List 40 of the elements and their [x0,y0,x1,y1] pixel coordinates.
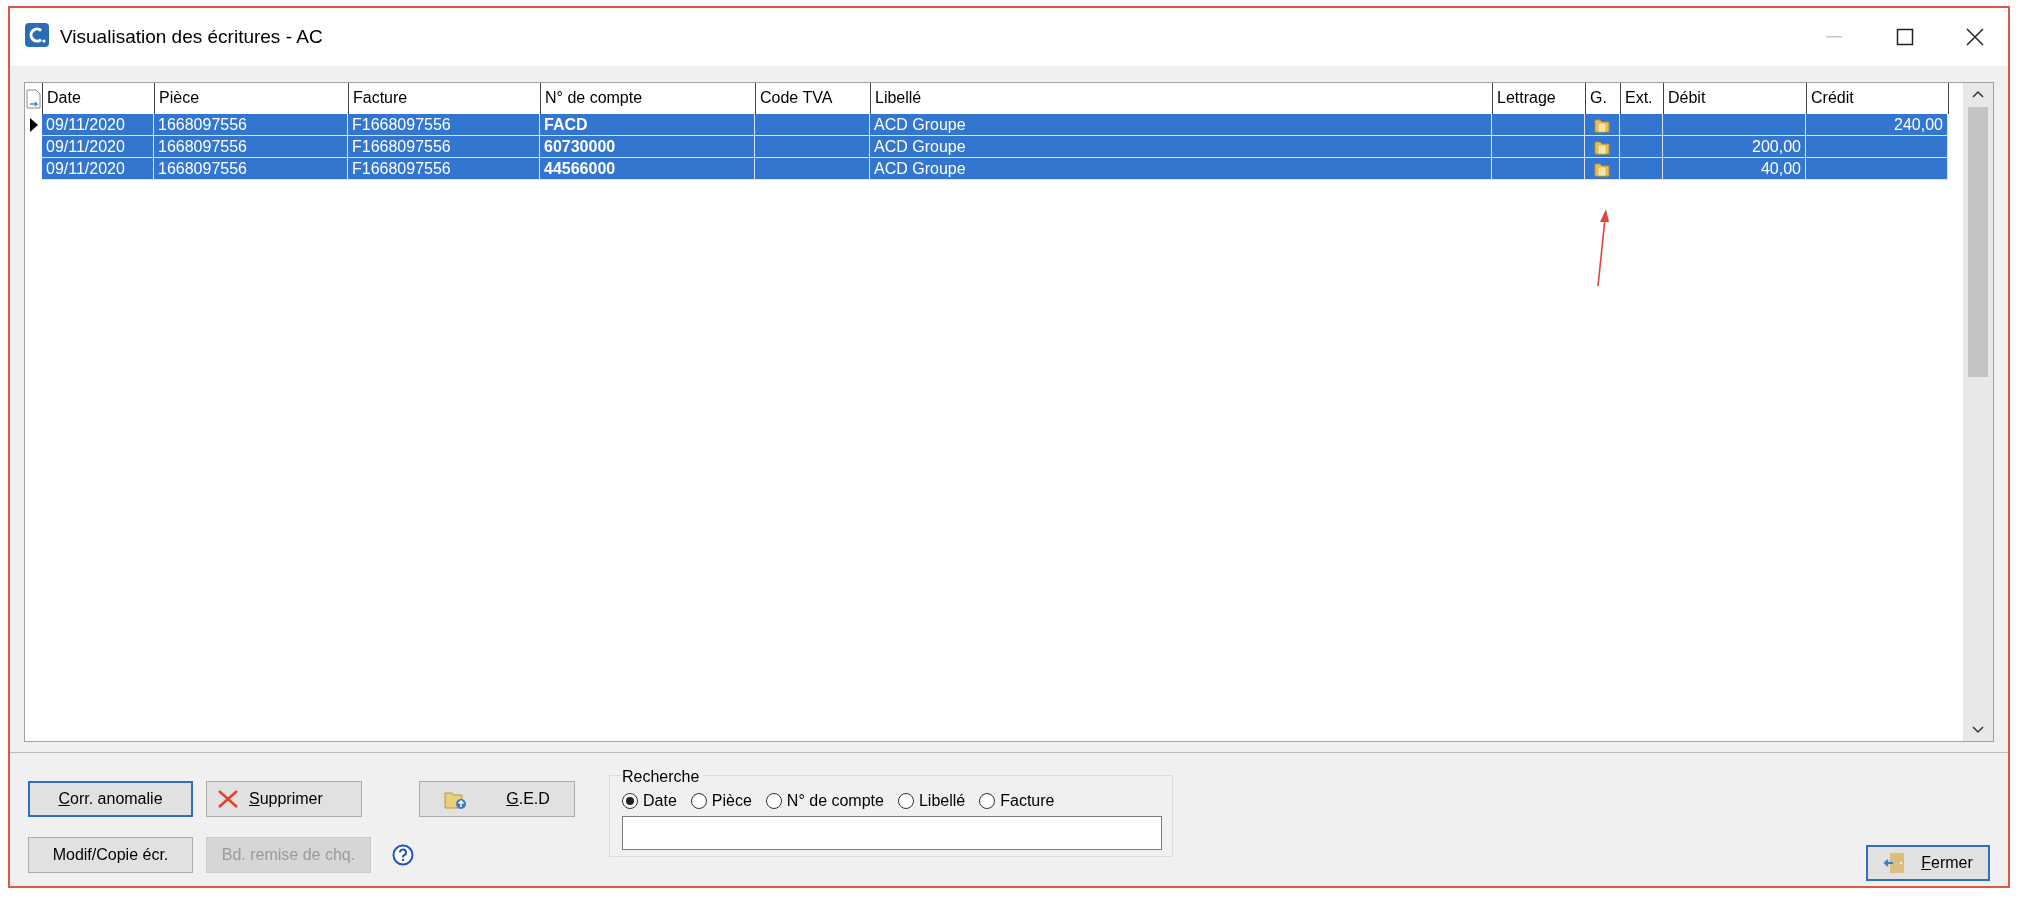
close-icon[interactable] [1966,28,1984,46]
action-button[interactable]: G.E.D [419,781,575,817]
table-cell: 40,00 [1760,159,1801,178]
action-button[interactable]: Corr. anomalie [28,781,193,817]
table-cell: ACD Groupe [874,159,966,178]
scroll-down-icon[interactable] [1971,725,1985,735]
radio-option[interactable]: Facture [979,792,1055,810]
maximize-icon[interactable] [1896,28,1914,46]
scrollbar[interactable] [1963,83,1993,741]
table-cell: 1668097556 [158,115,247,134]
table-cell: 200,00 [1752,137,1801,156]
table-cell: F1668097556 [352,115,451,134]
help-icon[interactable] [392,844,414,866]
radio-option[interactable]: Libellé [897,792,966,810]
window-title: Visualisation des écritures - AC [60,26,323,48]
table-cell: 09/11/2020 [46,137,125,156]
cross-icon [217,789,239,809]
radio-option[interactable]: Pièce [690,792,752,810]
table-row[interactable]: 09/11/2020 1668097556 F1668097556 FACD ACD Groupe 240,00 [42,114,1948,136]
table-cell: F1668097556 [352,137,451,156]
table-cell: 1668097556 [158,159,247,178]
table-cell: FACD [544,115,588,134]
table-cell: F1668097556 [352,159,451,178]
action-button[interactable]: Modif/Copie écr. [28,837,193,873]
close-button[interactable]: Fermer [1866,845,1990,881]
table-cell: 44566000 [544,159,616,178]
table-cell: 1668097556 [158,137,247,156]
table-row[interactable]: 09/11/2020 1668097556 F1668097556 60730000 ACD Groupe 200,00 [42,136,1948,158]
search-field[interactable] [622,816,1162,850]
scroll-up-icon[interactable] [1971,89,1985,99]
table-cell: ACD Groupe [874,137,966,156]
table-cell: 240,00 [1894,115,1943,134]
table-cell: 60730000 [544,137,616,156]
radio-option[interactable]: N° de compte [765,792,884,810]
radio-option[interactable]: Date [622,792,677,810]
action-button[interactable]: Supprimer [206,781,362,817]
table-cell: ACD Groupe [874,115,966,134]
table-cell: 09/11/2020 [46,159,125,178]
table-cell: 09/11/2020 [46,115,125,134]
table-row[interactable]: 09/11/2020 1668097556 F1668097556 44566000 ACD Groupe 40,00 [42,158,1948,180]
